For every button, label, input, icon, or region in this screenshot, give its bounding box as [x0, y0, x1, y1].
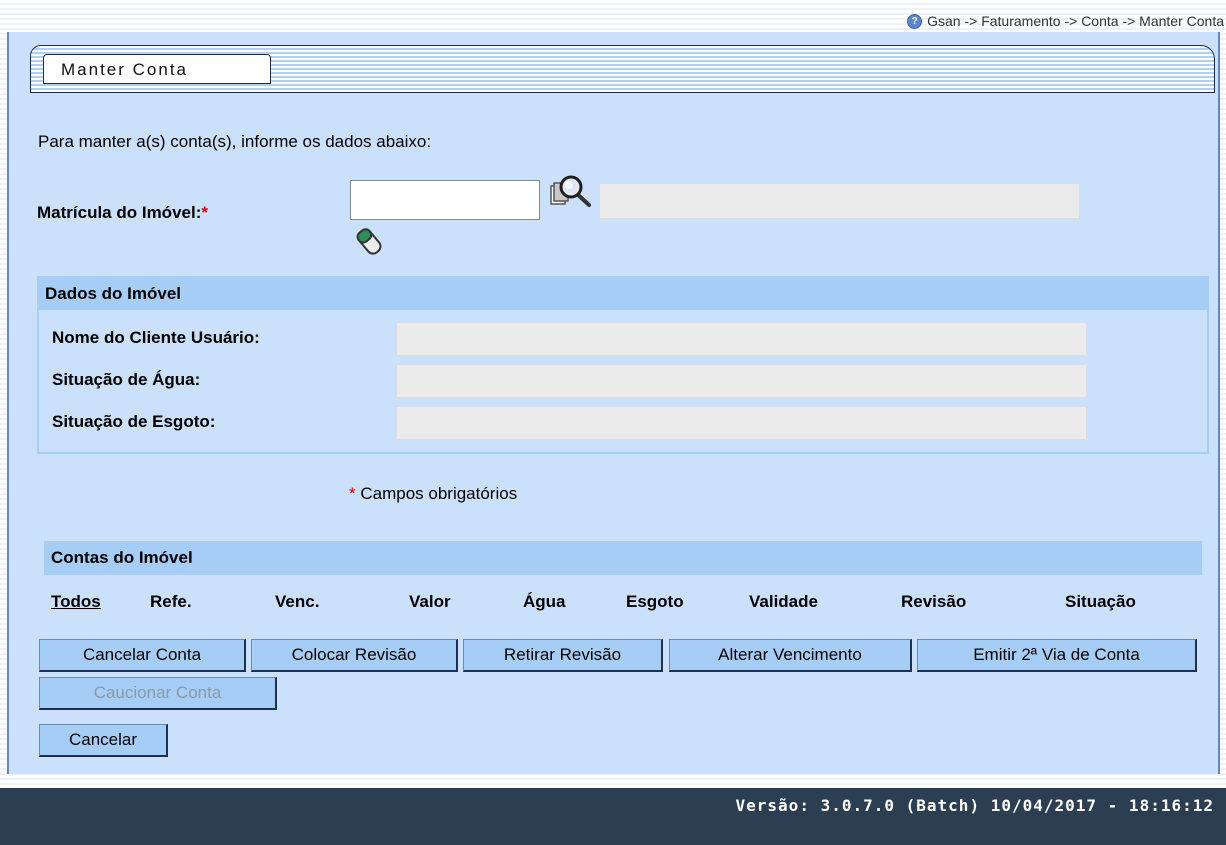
nome-cliente-label: Nome do Cliente Usuário:: [52, 328, 260, 347]
required-mark: *: [201, 203, 208, 222]
situacao-agua-field: [396, 364, 1087, 398]
caucionar-conta-button: Caucionar Conta: [39, 677, 277, 710]
required-note-text: Campos obrigatórios: [355, 484, 518, 503]
breadcrumb: ? Gsan -> Faturamento -> Conta -> Manter…: [907, 11, 1224, 31]
nome-cliente-field: [396, 322, 1087, 356]
required-note-mark: *: [349, 484, 356, 503]
situacao-agua-label: Situação de Água:: [52, 370, 201, 389]
column-situacao: Situação: [1065, 592, 1136, 611]
footer-bar: Versão: 3.0.7.0 (Batch) 10/04/2017 - 18:…: [0, 788, 1226, 845]
column-agua: Água: [523, 592, 566, 611]
situacao-esgoto-field: [396, 406, 1087, 440]
colocar-revisao-button[interactable]: Colocar Revisão: [251, 639, 458, 672]
title-bar: Manter Conta: [30, 45, 1215, 93]
intro-text: Para manter a(s) conta(s), informe os da…: [38, 132, 432, 151]
page-title: Manter Conta: [43, 54, 271, 84]
emitir-2via-button[interactable]: Emitir 2ª Via de Conta: [917, 639, 1197, 672]
magnifier-icon: [550, 175, 591, 207]
breadcrumb-text: Gsan -> Faturamento -> Conta -> Manter C…: [927, 13, 1224, 29]
column-validade: Validade: [749, 592, 818, 611]
column-esgoto: Esgoto: [626, 592, 684, 611]
retirar-revisao-button[interactable]: Retirar Revisão: [463, 639, 663, 672]
matricula-label-text: Matrícula do Imóvel:: [37, 203, 202, 222]
situacao-esgoto-label: Situação de Esgoto:: [52, 412, 216, 431]
matricula-description-field: [599, 183, 1080, 219]
help-icon[interactable]: ?: [907, 13, 923, 29]
cancelar-conta-button[interactable]: Cancelar Conta: [39, 639, 246, 672]
main-panel: Manter Conta Para manter a(s) conta(s), …: [7, 32, 1220, 774]
clear-matricula-button[interactable]: [353, 224, 387, 258]
matricula-input[interactable]: [350, 180, 540, 220]
required-fields-note: * Campos obrigatórios: [349, 484, 517, 504]
column-venc: Venc.: [275, 592, 320, 611]
column-todos-link[interactable]: Todos: [51, 592, 101, 612]
column-valor: Valor: [409, 592, 451, 611]
column-refe: Refe.: [150, 592, 192, 611]
contas-imovel-header: Contas do Imóvel: [44, 541, 1202, 575]
search-imovel-button[interactable]: [549, 174, 597, 210]
column-revisao: Revisão: [901, 592, 967, 611]
matricula-label: Matrícula do Imóvel:*: [37, 203, 208, 223]
eraser-icon: [356, 228, 382, 255]
cancelar-button[interactable]: Cancelar: [39, 724, 168, 757]
version-text: Versão: 3.0.7.0 (Batch) 10/04/2017 - 18:…: [735, 796, 1214, 815]
dados-imovel-section: Dados do Imóvel Nome do Cliente Usuário:…: [37, 276, 1209, 454]
alterar-vencimento-button[interactable]: Alterar Vencimento: [669, 639, 912, 672]
dados-imovel-header: Dados do Imóvel: [39, 278, 1207, 310]
